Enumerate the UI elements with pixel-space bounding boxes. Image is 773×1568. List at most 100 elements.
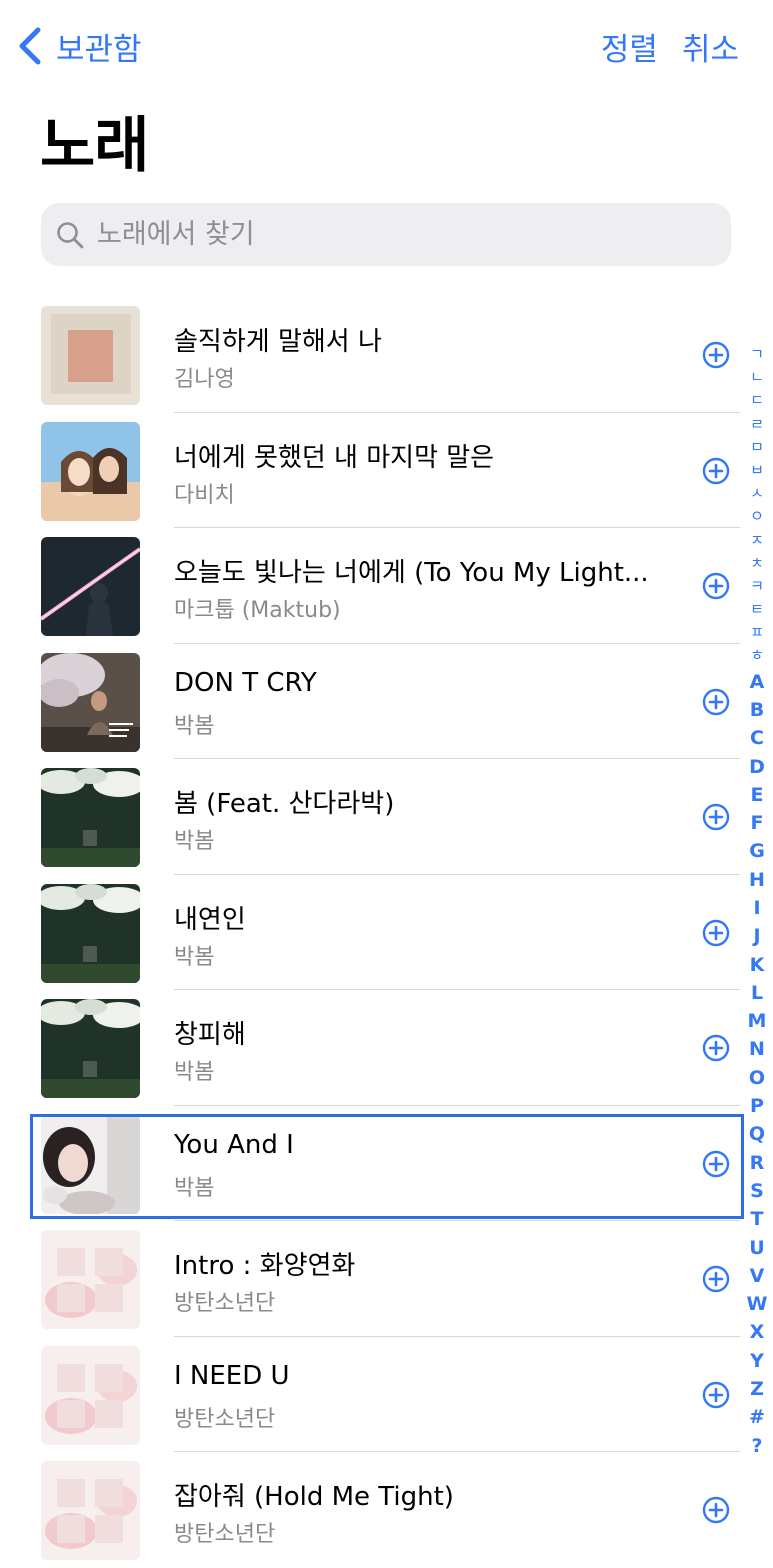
song-title: 솔직하게 말해서 나 (174, 327, 382, 357)
index-letter[interactable]: ㄴ (750, 366, 764, 389)
add-circle-icon[interactable] (702, 572, 730, 600)
index-letter[interactable]: M (748, 1007, 767, 1035)
album-art (41, 1345, 140, 1445)
back-button-label: 보관함 (56, 31, 142, 68)
song-artist: 박봄 (174, 713, 215, 739)
index-letter[interactable]: J (753, 922, 760, 950)
index-letter[interactable]: Y (750, 1347, 764, 1375)
song-artist: 마크툽 (Maktub) (174, 598, 341, 623)
index-letter[interactable]: U (749, 1234, 764, 1262)
song-row[interactable]: 봄 (Feat. 산다라박) 박봄 (0, 759, 740, 875)
song-title: You And I (174, 1129, 294, 1160)
index-letter[interactable]: H (749, 866, 765, 894)
index-letter[interactable]: ㅁ (750, 436, 764, 459)
index-letter[interactable]: C (750, 724, 764, 752)
index-letter[interactable]: Q (749, 1120, 765, 1148)
sort-button[interactable]: 정렬 (601, 24, 658, 69)
search-bar[interactable] (41, 203, 731, 266)
index-letter[interactable]: P (750, 1092, 764, 1120)
index-letter[interactable]: ㄷ (750, 389, 764, 412)
index-letter[interactable]: K (750, 951, 765, 979)
page-title: 노래 (40, 111, 149, 181)
album-art (41, 421, 140, 521)
navigation-bar: 보관함 정렬 취소 (0, 0, 773, 92)
index-letter[interactable]: X (750, 1318, 765, 1346)
album-art (41, 999, 140, 1098)
index-letter[interactable]: ㅍ (750, 621, 764, 644)
index-letter[interactable]: ㅅ (750, 482, 764, 505)
song-row[interactable]: 너에게 못했던 내 마지막 말은 다비치 (0, 413, 740, 528)
song-row[interactable]: 솔직하게 말해서 나 김나영 (0, 297, 740, 413)
index-letter[interactable]: F (751, 809, 764, 837)
section-index-bar[interactable]: ㄱ ㄴ ㄷ ㄹ ㅁ ㅂ ㅅ ㅇ ㅈ ㅊ ㅋ ㅌ ㅍ ㅎ A B C D E F … (745, 343, 769, 1460)
song-row[interactable]: 내연인 박봄 (0, 875, 740, 990)
index-letter[interactable]: D (749, 753, 765, 781)
add-circle-icon[interactable] (702, 1034, 730, 1062)
index-letter[interactable]: ㅇ (750, 505, 764, 528)
song-title: 내연인 (174, 904, 246, 935)
song-title: I NEED U (174, 1360, 290, 1391)
add-circle-icon[interactable] (702, 1496, 730, 1524)
song-artist: 김나영 (174, 367, 235, 392)
album-art (41, 768, 140, 867)
song-row[interactable]: DON T CRY 박봄 (0, 644, 740, 759)
album-art (41, 1461, 140, 1560)
add-circle-icon[interactable] (702, 457, 730, 485)
add-circle-icon[interactable] (702, 803, 730, 831)
song-title: DON T CRY (174, 667, 317, 698)
add-circle-icon[interactable] (702, 688, 730, 716)
song-artist: 방탄소년단 (174, 1406, 276, 1432)
index-letter[interactable]: O (749, 1064, 765, 1092)
index-letter[interactable]: B (750, 696, 764, 724)
search-icon (57, 221, 84, 248)
album-art (41, 1230, 140, 1329)
song-artist: 방탄소년단 (174, 1522, 276, 1547)
index-letter[interactable]: N (749, 1035, 765, 1063)
song-row[interactable]: 오늘도 빛나는 너에게 (To You My Light... 마크툽 (Mak… (0, 528, 740, 644)
index-letter[interactable]: T (751, 1205, 764, 1233)
album-art (41, 883, 140, 983)
index-letter[interactable]: ㅌ (750, 598, 764, 621)
song-artist: 박봄 (174, 944, 215, 970)
index-letter[interactable]: ? (751, 1432, 762, 1460)
cancel-button[interactable]: 취소 (682, 24, 739, 69)
song-title: 창피해 (174, 1020, 246, 1050)
song-artist: 박봄 (174, 1060, 215, 1085)
back-button[interactable]: 보관함 (16, 26, 142, 68)
add-circle-icon[interactable] (702, 919, 730, 947)
song-list: 솔직하게 말해서 나 김나영 너에게 못했던 내 마지막 말은 다비치 오늘도 … (0, 297, 740, 1568)
index-letter[interactable]: ㅋ (750, 575, 764, 598)
add-circle-icon[interactable] (702, 341, 730, 369)
index-letter[interactable]: ㄹ (750, 413, 764, 436)
add-circle-icon[interactable] (702, 1265, 730, 1293)
song-title: Intro : 화양연화 (174, 1251, 356, 1281)
search-input[interactable] (95, 218, 699, 251)
song-row[interactable]: Intro : 화양연화 방탄소년단 (0, 1221, 740, 1337)
add-circle-icon[interactable] (702, 1381, 730, 1409)
index-letter[interactable]: ㅎ (750, 644, 764, 667)
chevron-left-icon (19, 27, 41, 65)
song-row[interactable]: I NEED U 방탄소년단 (0, 1337, 740, 1452)
index-letter[interactable]: ㅈ (750, 529, 764, 552)
song-row[interactable]: 창피해 박봄 (0, 990, 740, 1106)
index-letter[interactable]: V (750, 1262, 765, 1290)
index-letter[interactable]: W (747, 1290, 768, 1318)
song-row[interactable]: 잡아줘 (Hold Me Tight) 방탄소년단 (0, 1452, 740, 1568)
index-letter[interactable]: S (750, 1177, 764, 1205)
index-letter[interactable]: ㅂ (750, 459, 764, 482)
index-letter[interactable]: Z (750, 1375, 764, 1403)
album-art (41, 306, 140, 405)
index-letter[interactable]: R (750, 1149, 765, 1177)
song-artist: 방탄소년단 (174, 1291, 276, 1316)
index-letter[interactable]: ㄱ (750, 343, 764, 366)
index-letter[interactable]: L (751, 979, 763, 1007)
add-circle-icon[interactable] (702, 1150, 730, 1178)
song-row[interactable]: You And I 박봄 (0, 1106, 740, 1221)
index-letter[interactable]: A (750, 668, 765, 696)
index-letter[interactable]: E (751, 781, 764, 809)
index-letter[interactable]: I (753, 894, 760, 922)
song-artist: 다비치 (174, 482, 235, 508)
index-letter[interactable]: G (749, 837, 765, 865)
index-letter[interactable]: # (749, 1403, 765, 1431)
index-letter[interactable]: ㅊ (750, 552, 764, 575)
